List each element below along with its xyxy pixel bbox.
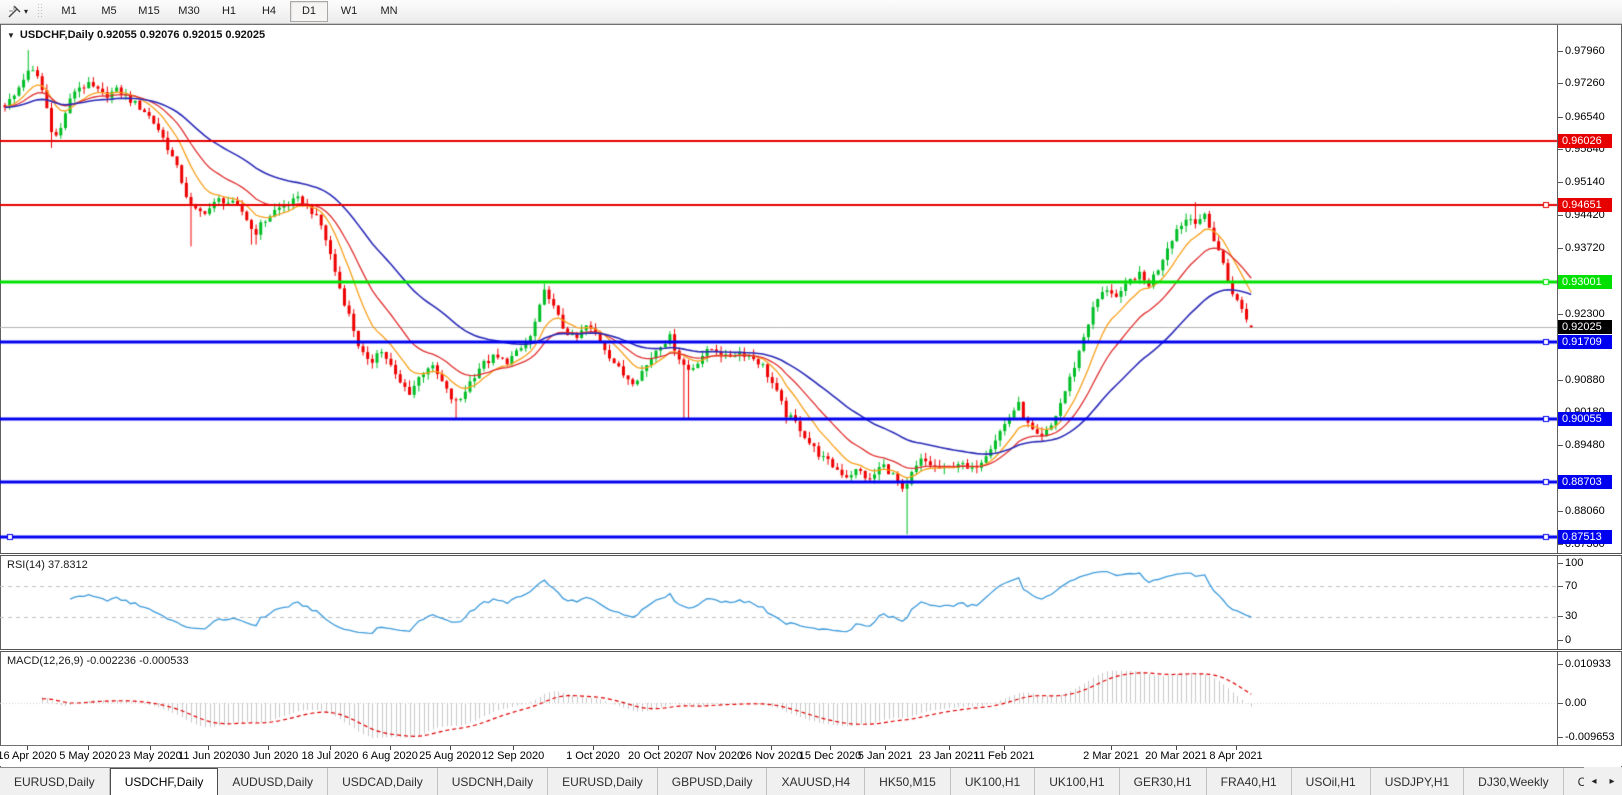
level-price-label: 0.93001: [1558, 275, 1612, 289]
date-tick-label: 30 Jun 2020: [238, 750, 299, 762]
level-price-label: 0.87513: [1558, 530, 1612, 544]
rsi-tick-label: 100: [1565, 557, 1583, 570]
chart-tab-usdcad-daily[interactable]: USDCAD,Daily: [328, 768, 438, 795]
price-tick-label: 0.92300: [1565, 308, 1605, 321]
date-tick-label: 5 May 2020: [59, 750, 116, 762]
date-tick-label: 25 Aug 2020: [419, 750, 481, 762]
tab-scroll-right-icon[interactable]: ▸: [1606, 776, 1618, 787]
chart-header-text: USDCHF,Daily 0.92055 0.92076 0.92015 0.9…: [20, 29, 265, 41]
date-tick-label: 11 Feb 2021: [974, 750, 1035, 762]
chart-tab-eurusd-daily[interactable]: EURUSD,Daily: [0, 768, 110, 795]
date-tick-label: 16 Apr 2020: [0, 750, 57, 762]
timeframe-button-mn[interactable]: MN: [370, 1, 408, 22]
price-tick-label: 0.95140: [1565, 176, 1605, 189]
chart-tab-dj30-weekly[interactable]: DJ30,Weekly: [1464, 768, 1563, 795]
timeframe-button-m30[interactable]: M30: [170, 1, 208, 22]
chart-tab-eurusd-daily[interactable]: EURUSD,Daily: [548, 768, 658, 795]
level-price-label: 0.90055: [1558, 412, 1612, 426]
tab-scroll-arrows: ◂ ▸: [1584, 767, 1622, 795]
chart-tab-gbpusd-daily[interactable]: GBPUSD,Daily: [658, 768, 768, 795]
price-tick-label: 0.88060: [1565, 505, 1605, 518]
price-tick-label: 0.90880: [1565, 374, 1605, 387]
date-tick-label: 18 Jul 2020: [302, 750, 359, 762]
timeframe-button-h1[interactable]: H1: [210, 1, 248, 22]
chart-tab-audusd-daily[interactable]: AUDUSD,Daily: [218, 768, 328, 795]
date-tick-label: 8 Apr 2021: [1209, 750, 1262, 762]
chart-tab-usdcnh-daily[interactable]: USDCNH,Daily: [438, 768, 548, 795]
timeframe-button-m15[interactable]: M15: [130, 1, 168, 22]
tab-scroll-left-icon[interactable]: ◂: [1588, 776, 1600, 787]
level-price-label: 0.94651: [1558, 198, 1612, 212]
chart-tab-bar: EURUSD,DailyUSDCHF,DailyAUDUSD,DailyUSDC…: [0, 767, 1622, 795]
price-tick-label: 0.89480: [1565, 439, 1605, 452]
chart-tab-uk100-h1[interactable]: UK100,H1: [951, 768, 1035, 795]
level-price-label: 0.91709: [1558, 335, 1612, 349]
chart-header: ▼ USDCHF,Daily 0.92055 0.92076 0.92015 0…: [7, 29, 265, 41]
mt4-window: ▾ M1M5M15M30H1H4D1W1MN ▼ USDCHF,Daily 0.…: [0, 0, 1622, 795]
rsi-label: RSI(14) 37.8312: [7, 559, 88, 571]
macd-tick-label: 0.010933: [1565, 658, 1611, 671]
date-tick-label: 15 Dec 2020: [799, 750, 861, 762]
macd-tick-label: 0.00: [1565, 697, 1586, 710]
timeframe-button-d1[interactable]: D1: [290, 1, 328, 22]
chart-tab-xauusd-h4[interactable]: XAUUSD,H4: [767, 768, 865, 795]
date-tick-label: 20 Mar 2021: [1145, 750, 1207, 762]
date-tick-label: 26 Nov 2020: [740, 750, 802, 762]
date-tick-label: 6 Aug 2020: [362, 750, 418, 762]
chart-tab-usoil-h1[interactable]: USOil,H1: [1292, 768, 1371, 795]
main-price-chart[interactable]: [0, 25, 1557, 553]
chart-tab-usdchf-daily[interactable]: USDCHF,Daily: [110, 768, 219, 795]
macd-label: MACD(12,26,9) -0.002236 -0.000533: [7, 655, 189, 667]
rsi-indicator-panel[interactable]: [0, 556, 1557, 649]
toolbar: ▾ M1M5M15M30H1H4D1W1MN: [0, 0, 1622, 24]
date-tick-label: 5 Jan 2021: [858, 750, 912, 762]
crosshair-icon: [8, 5, 21, 18]
chart-tab-fra40-h1[interactable]: FRA40,H1: [1207, 768, 1292, 795]
date-tick-label: 11 Jun 2020: [178, 750, 238, 762]
date-tick-label: 2 Mar 2021: [1083, 750, 1139, 762]
timeframe-button-h4[interactable]: H4: [250, 1, 288, 22]
chart-tab-usdjpy-h1[interactable]: USDJPY,H1: [1371, 768, 1464, 795]
timeframe-button-w1[interactable]: W1: [330, 1, 368, 22]
level-price-label: 0.96026: [1558, 134, 1612, 148]
price-tick-label: 0.97260: [1565, 77, 1605, 90]
timeframe-button-group: M1M5M15M30H1H4D1W1MN: [49, 0, 409, 23]
level-price-label: 0.88703: [1558, 475, 1612, 489]
date-tick-label: 23 Jan 2021: [919, 750, 980, 762]
date-tick-label: 1 Oct 2020: [566, 750, 620, 762]
date-tick-label: 12 Sep 2020: [482, 750, 544, 762]
date-tick-label: 7 Nov 2020: [687, 750, 743, 762]
toolbar-grip[interactable]: [38, 4, 43, 19]
chevron-down-icon: ▾: [24, 7, 28, 16]
date-tick-label: 20 Oct 2020: [628, 750, 688, 762]
date-axis: 16 Apr 20205 May 202023 May 202011 Jun 2…: [0, 746, 1622, 766]
chart-tab-ger30-h1[interactable]: GER30,H1: [1120, 768, 1207, 795]
rsi-tick-label: 0: [1565, 634, 1571, 647]
timeframe-button-m1[interactable]: M1: [50, 1, 88, 22]
date-tick-label: 23 May 2020: [118, 750, 182, 762]
collapse-triangle-icon[interactable]: ▼: [7, 31, 15, 40]
timeframe-button-m5[interactable]: M5: [90, 1, 128, 22]
price-tick-label: 0.97960: [1565, 45, 1605, 58]
chart-tab-uk100-h1[interactable]: UK100,H1: [1035, 768, 1119, 795]
crosshair-tool-button[interactable]: ▾: [0, 1, 36, 22]
rsi-tick-label: 70: [1565, 580, 1577, 593]
current-price-label: 0.92025: [1558, 320, 1612, 334]
price-tick-label: 0.96540: [1565, 111, 1605, 124]
macd-tick-label: -0.009653: [1565, 731, 1615, 744]
macd-indicator-panel[interactable]: [0, 652, 1557, 744]
chart-tab-hk50-m15[interactable]: HK50,M15: [865, 768, 951, 795]
rsi-tick-label: 30: [1565, 610, 1577, 623]
price-tick-label: 0.93720: [1565, 242, 1605, 255]
